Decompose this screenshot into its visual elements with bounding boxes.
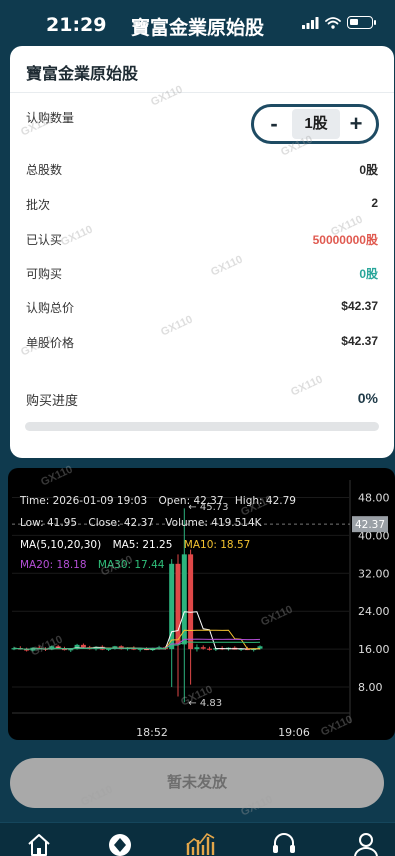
chart-ma-row-1: MA(5,10,20,30) MA5: 21.25 MA10: 18.57 (20, 539, 258, 551)
battery-icon (347, 16, 376, 29)
subscription-card: 寶富金業原始股 认购数量 - 1股 + 总股数 0股 批次 2 已认买 5000… (10, 46, 394, 458)
ma20-value: MA20: 18.18 (20, 559, 87, 571)
available-value: 0股 (359, 267, 378, 281)
bottom-nav (0, 822, 395, 856)
total-price-label: 认购总价 (26, 301, 75, 315)
customer-service-icon[interactable] (271, 831, 297, 856)
candle-body (80, 644, 86, 648)
current-price-label: 42.37 (355, 519, 385, 531)
ma30-value: MA30: 17.44 (97, 559, 165, 571)
x-tick-label: 19:06 (278, 726, 310, 739)
wifi-icon (325, 16, 341, 29)
y-tick-label: 32.00 (358, 567, 390, 580)
trade-chart-icon[interactable] (186, 831, 216, 856)
candle-body (207, 648, 213, 650)
unit-price-value: $42.37 (341, 334, 378, 348)
market-icon[interactable] (107, 831, 133, 856)
total-shares-label: 总股数 (26, 163, 63, 177)
home-icon[interactable] (26, 831, 52, 856)
ma5-value: MA5: 21.25 (112, 539, 173, 551)
quantity-stepper[interactable]: - 1股 + (251, 104, 379, 144)
candle-body (200, 647, 206, 649)
info-close: Close: 42.37 (88, 517, 154, 529)
candle-body (175, 563, 181, 645)
y-tick-label: 24.00 (358, 605, 390, 618)
info-high: High: 42.79 (234, 495, 296, 507)
x-tick-label: 18:52 (136, 726, 168, 739)
y-tick-label: 48.00 (358, 491, 390, 504)
decrement-button[interactable]: - (256, 107, 292, 141)
batch-value: 2 (371, 196, 378, 210)
info-volume: Volume: 419.514K (165, 517, 262, 529)
quantity-value[interactable]: 1股 (292, 109, 340, 139)
status-icons (302, 16, 376, 29)
card-title: 寶富金業原始股 (26, 66, 139, 83)
profile-icon[interactable] (353, 831, 379, 856)
batch-label: 批次 (26, 198, 51, 212)
quantity-label: 认购数量 (26, 111, 75, 125)
info-time: Time: 2026-01-09 19:03 (20, 495, 148, 507)
low-marker: ← 4.83 (188, 698, 222, 709)
cellular-signal-icon (302, 16, 319, 29)
progress-value: 0% (357, 390, 378, 406)
subscribed-value: 50000000股 (312, 233, 378, 247)
total-shares-value: 0股 (359, 163, 378, 177)
subscribed-label: 已认买 (26, 233, 63, 247)
chart-info-row-1: Time: 2026-01-09 19:03 Open: 42.37 High:… (20, 495, 304, 507)
progress-label: 购买进度 (26, 393, 79, 408)
chart-ma-row-2: MA20: 18.18 MA30: 17.44 (20, 559, 172, 571)
y-tick-label: 16.00 (358, 643, 390, 656)
chart-info-row-2: Low: 41.95 Close: 42.37 Volume: 419.514K (20, 517, 270, 529)
buy-button[interactable]: 暂未发放 (10, 758, 384, 808)
divider (10, 92, 394, 93)
info-low: Low: 41.95 (20, 517, 78, 529)
available-label: 可购买 (26, 267, 63, 281)
y-tick-label: 8.00 (358, 681, 383, 694)
candle-body (68, 649, 74, 651)
info-open: Open: 42.37 (158, 495, 224, 507)
progress-bar (25, 422, 379, 431)
candle-body (194, 647, 200, 650)
status-bar: 21:29 寶富金業原始股 (0, 0, 395, 50)
kline-chart-panel[interactable]: 8.00 16.00 24.00 32.00 40.00 48.00 18:52 19:06 4… (8, 468, 395, 740)
kline-chart[interactable]: 8.0016.0024.0032.0040.0048.0018:52 19:064… (8, 468, 395, 740)
candle-body (188, 554, 194, 650)
increment-button[interactable]: + (338, 107, 374, 141)
unit-price-label: 单股价格 (26, 336, 75, 350)
ma-params: MA(5,10,20,30) (20, 539, 102, 551)
ma10-value: MA10: 18.57 (183, 539, 251, 551)
total-price-value: $42.37 (341, 299, 378, 313)
